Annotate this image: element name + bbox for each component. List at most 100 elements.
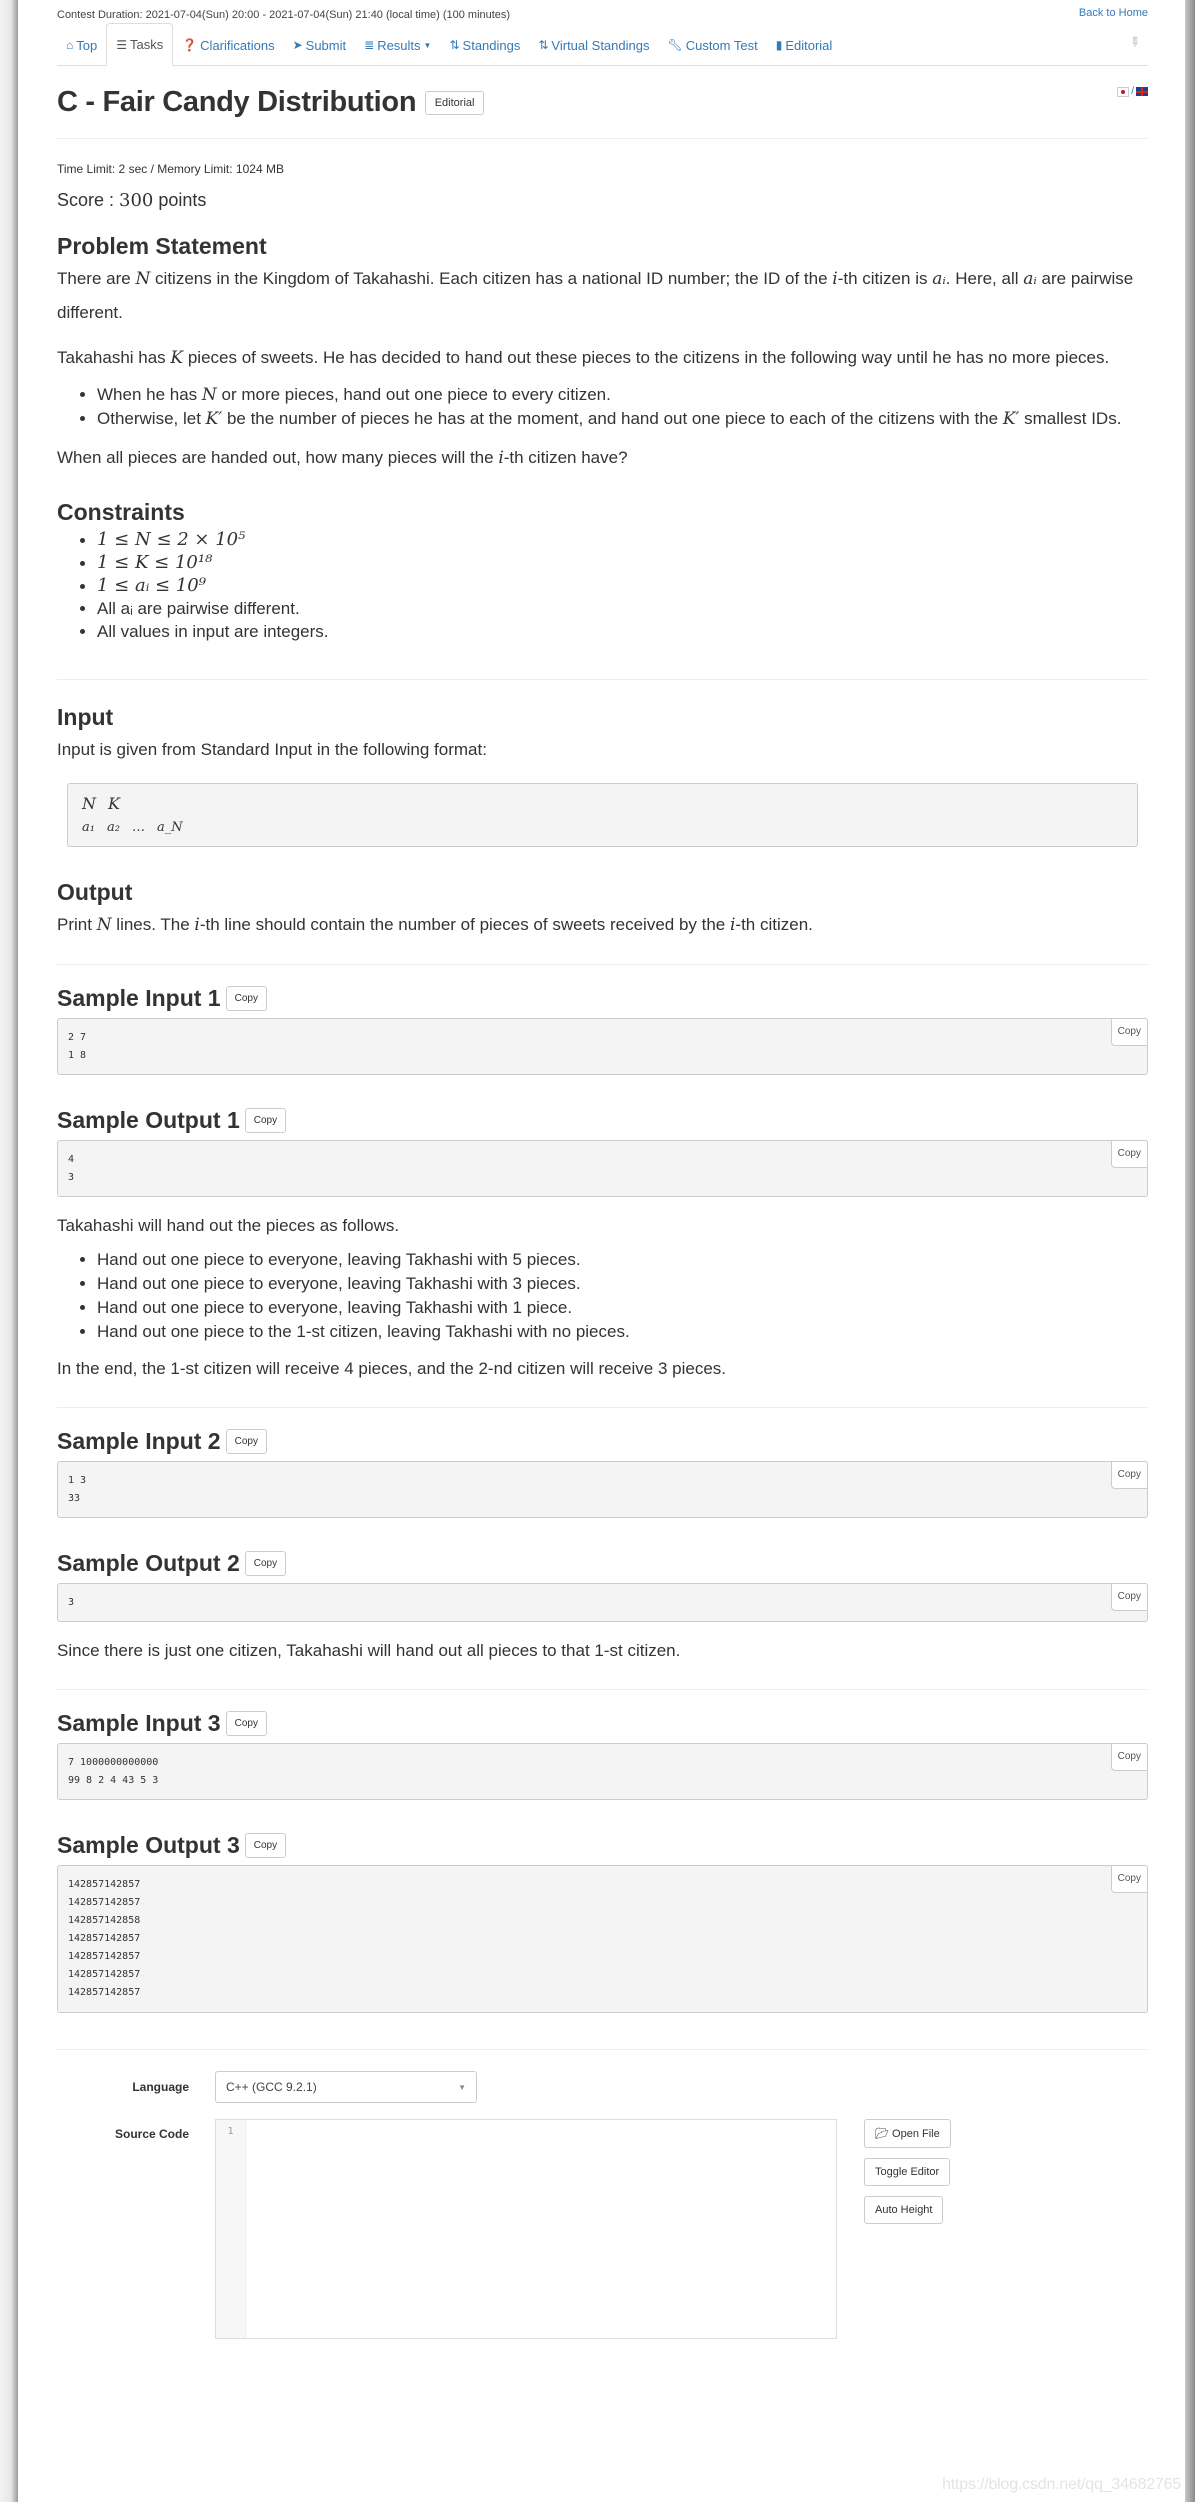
folder-open-icon: 📂︎	[875, 2128, 893, 2140]
list-item: Hand out one piece to the 1-st citizen, …	[97, 1320, 1148, 1344]
score-value: 300	[119, 190, 154, 211]
open-file-button[interactable]: 📂︎ Open File	[864, 2119, 951, 2148]
list-item: Hand out one piece to everyone, leaving …	[97, 1272, 1148, 1296]
output-heading: Output	[57, 879, 133, 905]
sample-2-explanation: Since there is just one citizen, Takahas…	[57, 1641, 681, 1660]
divider	[57, 679, 1148, 680]
output-section: Output Print N lines. The i-th line shou…	[57, 879, 1148, 942]
list-item: 1 ≤ N ≤ 2 × 10⁵	[97, 528, 1148, 551]
input-description: Input is given from Standard Input in th…	[57, 740, 487, 759]
book-icon: ▮	[775, 38, 783, 52]
copy-button[interactable]: Copy	[1110, 1743, 1148, 1771]
tab-standings[interactable]: ⇅ Standings	[440, 25, 529, 65]
sample-output-3-heading: Sample Output 3	[57, 1832, 240, 1858]
english-flag-icon[interactable]	[1136, 87, 1148, 96]
sample-input-3-text: 7 1000000000000 99 8 2 4 43 5 3	[68, 1757, 159, 1786]
format-line-2: a₁ a₂… a_N	[82, 820, 183, 835]
japanese-flag-icon[interactable]	[1117, 86, 1130, 97]
tab-results[interactable]: ≣ Results ▼	[355, 25, 440, 65]
back-to-home-link[interactable]: Back to Home	[1079, 7, 1148, 19]
copy-button[interactable]: Copy	[244, 1551, 287, 1576]
list-item: 1 ≤ aᵢ ≤ 10⁹	[97, 574, 1148, 597]
constraints-section: Constraints 1 ≤ N ≤ 2 × 10⁵ 1 ≤ K ≤ 10¹⁸…	[57, 499, 1148, 643]
list-item: When he has N or more pieces, hand out o…	[97, 383, 1148, 407]
list-item: All aᵢ are pairwise different.	[97, 597, 1148, 620]
task-title-row: C - Fair Candy Distribution Editorial /	[57, 66, 1148, 139]
sample-input-2-heading: Sample Input 2	[57, 1428, 221, 1454]
auto-height-button[interactable]: Auto Height	[864, 2196, 944, 2224]
caret-down-icon: ▼	[423, 40, 432, 50]
tasks-icon: ☰	[116, 37, 127, 52]
sample-output-1-box: 4 3 Copy	[57, 1140, 1148, 1197]
code-area[interactable]	[246, 2120, 836, 2338]
statement-rules-list: When he has N or more pieces, hand out o…	[57, 383, 1148, 431]
sample-input-1-text: 2 7 1 8	[68, 1032, 87, 1061]
contest-duration: Contest Duration: 2021-07-04(Sun) 20:00 …	[57, 9, 511, 21]
sample-output-2-box: 3 Copy	[57, 1583, 1148, 1622]
source-code-label: Source Code	[114, 2127, 189, 2141]
sample-input-2: Sample Input 2 Copy 1 3 33 Copy	[57, 1428, 1148, 1518]
tab-editorial[interactable]: ▮ Editorial	[767, 25, 842, 65]
divider	[57, 1407, 1148, 1408]
sample-1-explanation-intro: Takahashi will hand out the pieces as fo…	[57, 1216, 400, 1235]
sample-output-2-text: 3	[68, 1597, 75, 1608]
list-item: 1 ≤ K ≤ 10¹⁸	[97, 551, 1148, 574]
sample-output-3-box: 142857142857 142857142857 142857142858 1…	[57, 1865, 1148, 2013]
sample-output-2: Sample Output 2 Copy 3 Copy Since there …	[57, 1550, 1148, 1667]
sample-output-1-heading: Sample Output 1	[57, 1107, 240, 1133]
language-select[interactable]: C++ (GCC 9.2.1) ▼	[215, 2071, 477, 2103]
divider	[57, 964, 1148, 965]
language-selected-value: C++ (GCC 9.2.1)	[226, 2080, 317, 2094]
toggle-editor-button[interactable]: Toggle Editor	[864, 2158, 951, 2186]
source-code-editor[interactable]: 1	[215, 2119, 837, 2339]
divider	[57, 1689, 1148, 1690]
sample-output-2-heading: Sample Output 2	[57, 1550, 240, 1576]
window-left-edge	[0, 0, 18, 2502]
sample-1-explanation-end: In the end, the 1-st citizen will receiv…	[57, 1359, 727, 1378]
send-icon: ➤	[292, 38, 303, 52]
copy-button[interactable]: Copy	[225, 986, 267, 1011]
copy-button[interactable]: Copy	[1110, 1461, 1148, 1489]
question-circle-icon: ❓	[182, 38, 198, 52]
copy-button[interactable]: Copy	[244, 1833, 287, 1858]
submit-form: Language C++ (GCC 9.2.1) ▼ Source Code 1…	[57, 2071, 1148, 2339]
pin-icon[interactable]: ✎	[1125, 32, 1144, 51]
list-item: All values in input are integers.	[97, 620, 1148, 643]
sample-input-1-heading: Sample Input 1	[57, 985, 221, 1011]
sample-output-1-text: 4 3	[68, 1154, 75, 1183]
copy-button[interactable]: Copy	[1110, 1140, 1148, 1168]
score: Score : 300 points	[57, 190, 207, 211]
sample-input-2-text: 1 3 33	[68, 1475, 87, 1504]
output-description: Print N lines. The i-th line should cont…	[57, 915, 813, 935]
input-section: Input Input is given from Standard Input…	[57, 704, 1148, 847]
copy-button[interactable]: Copy	[225, 1429, 267, 1454]
sample-input-1-box: 2 7 1 8 Copy	[57, 1018, 1148, 1075]
editor-side-buttons: 📂︎ Open File Toggle Editor Auto Height	[864, 2119, 951, 2224]
statement-paragraph-1: There are N citizens in the Kingdom of T…	[57, 269, 1134, 322]
copy-button[interactable]: Copy	[1110, 1018, 1148, 1046]
sort-icon: ⇅	[449, 38, 460, 52]
copy-button[interactable]: Copy	[1110, 1583, 1148, 1611]
time-memory-limits: Time Limit: 2 sec / Memory Limit: 1024 M…	[57, 162, 284, 176]
tab-top[interactable]: ⌂ Top	[57, 25, 106, 65]
window-right-edge	[1185, 0, 1195, 2502]
sample-output-3-text: 142857142857 142857142857 142857142858 1…	[68, 1879, 141, 1998]
tab-submit[interactable]: ➤ Submit	[284, 25, 356, 65]
tab-custom-test[interactable]: 🔧︎ Custom Test	[658, 25, 766, 65]
copy-button[interactable]: Copy	[1110, 1865, 1148, 1893]
copy-button[interactable]: Copy	[225, 1711, 267, 1736]
sample-input-3-box: 7 1000000000000 99 8 2 4 43 5 3 Copy	[57, 1743, 1148, 1800]
list-item: Otherwise, let K′ be the number of piece…	[97, 407, 1148, 431]
task-page: Contest Duration: 2021-07-04(Sun) 20:00 …	[57, 0, 1148, 2339]
statement-paragraph-2: Takahashi has K pieces of sweets. He has…	[57, 348, 1110, 368]
line-number-gutter: 1	[216, 2120, 246, 2338]
tab-clarifications[interactable]: ❓ Clarifications	[173, 25, 283, 65]
sample-1-explanation-list: Hand out one piece to everyone, leaving …	[57, 1248, 1148, 1344]
tab-tasks[interactable]: ☰ Tasks	[106, 23, 174, 66]
tab-virtual-standings[interactable]: ⇅ Virtual Standings	[529, 25, 658, 65]
copy-button[interactable]: Copy	[244, 1108, 287, 1133]
list-item: Hand out one piece to everyone, leaving …	[97, 1296, 1148, 1320]
chevron-down-icon: ▼	[458, 2082, 466, 2092]
editorial-button[interactable]: Editorial	[424, 90, 485, 115]
language-label: Language	[132, 2080, 189, 2094]
